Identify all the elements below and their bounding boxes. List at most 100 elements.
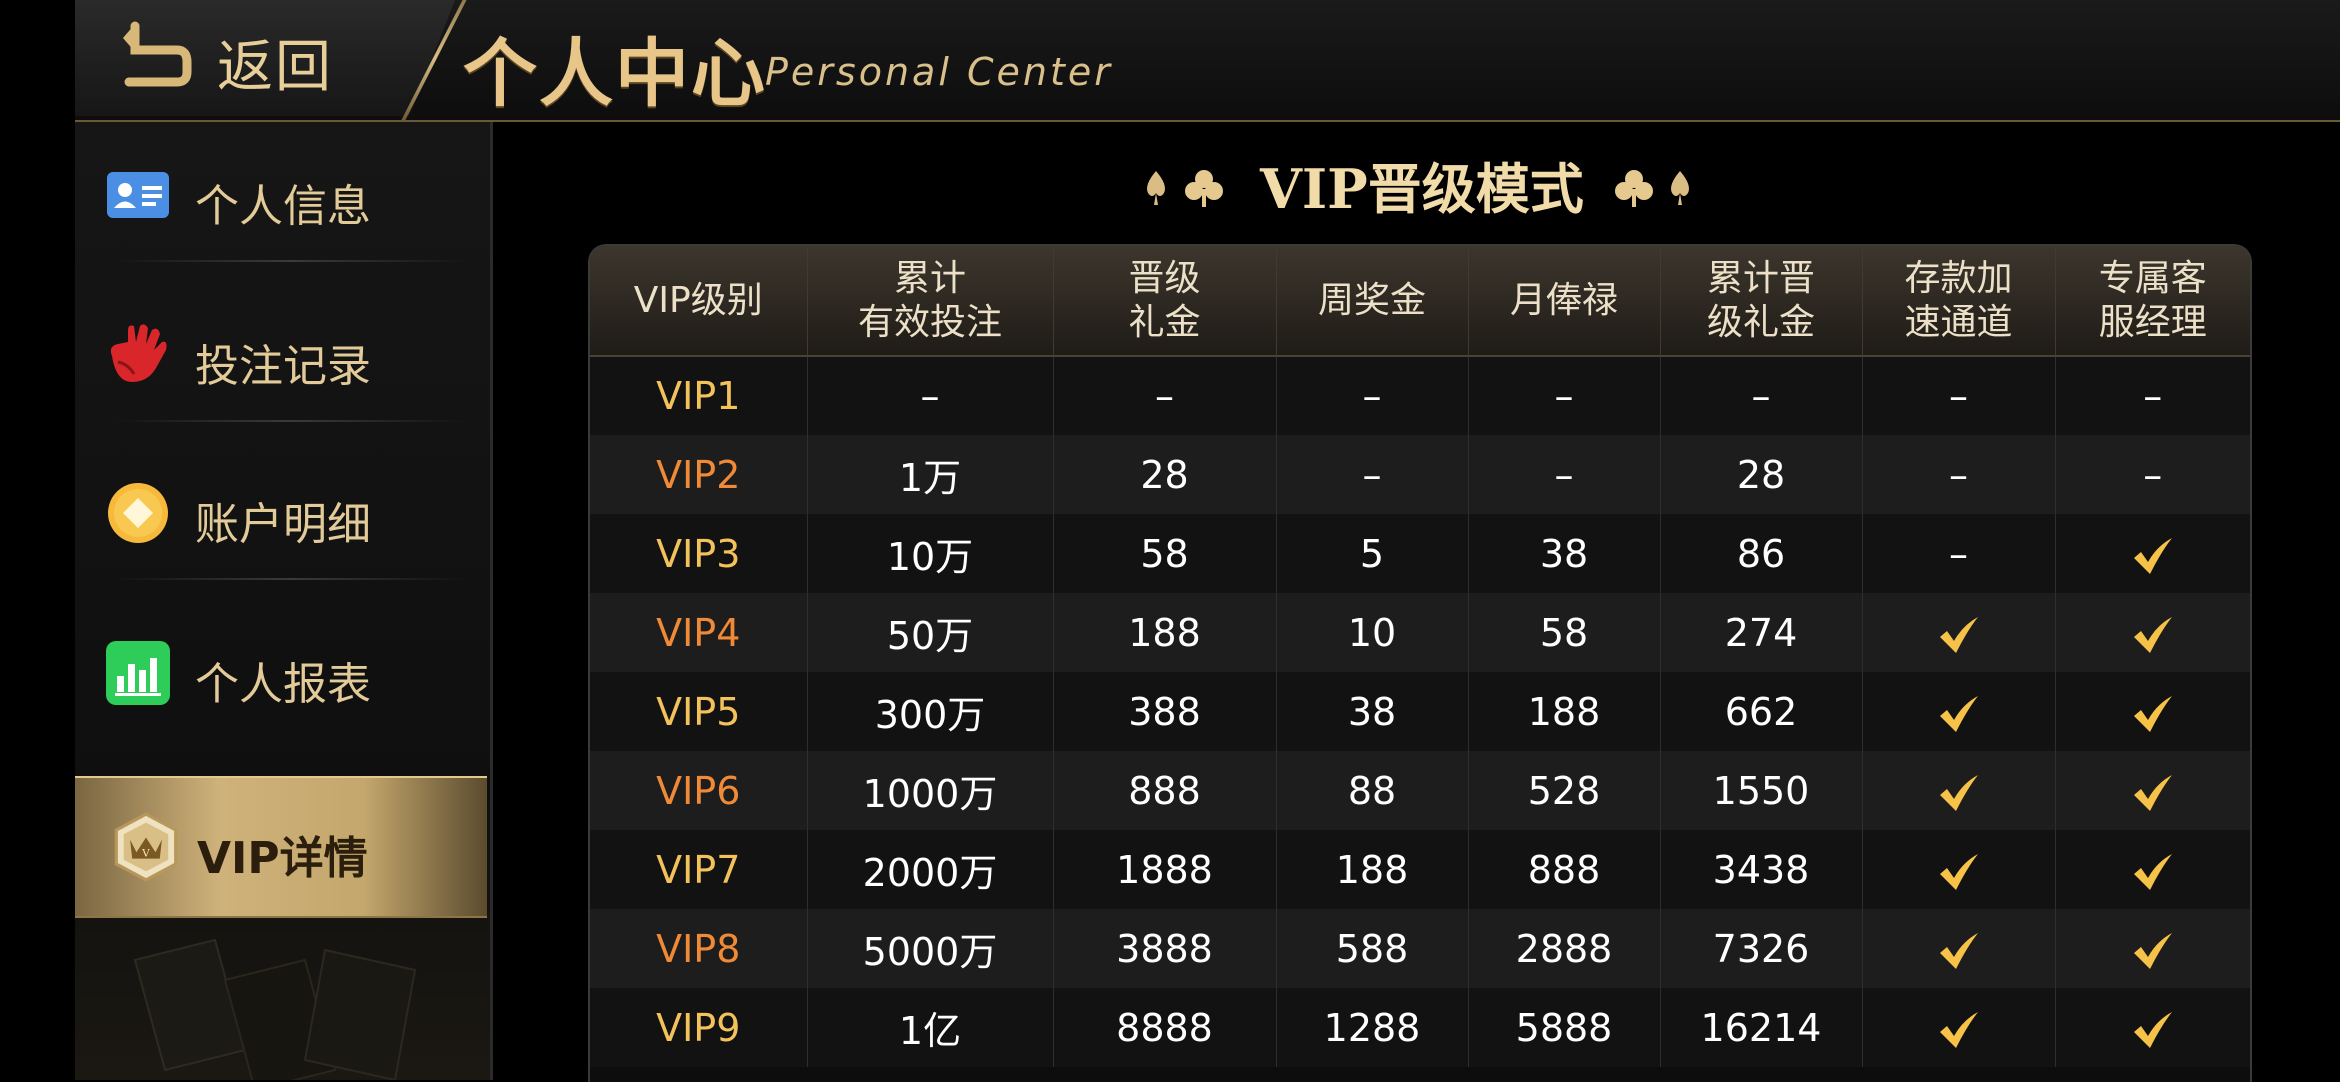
cell-dedicated-manager bbox=[2055, 593, 2250, 672]
bar-chart-icon bbox=[106, 641, 170, 705]
cell-total-bets: 1万 bbox=[807, 435, 1054, 514]
cell-vip-level: VIP7 bbox=[590, 830, 808, 909]
cell-vip-level: VIP5 bbox=[590, 672, 808, 751]
cell-total-bets: 10万 bbox=[807, 514, 1054, 593]
checkmark-icon bbox=[1939, 932, 1978, 969]
cell-vip-level: VIP6 bbox=[590, 751, 808, 830]
cell-dedicated-manager bbox=[2055, 830, 2250, 909]
sidebar-item-account-details[interactable]: 账户明细 bbox=[75, 440, 487, 580]
table-row: VIP6 1000万 888 88 528 1550 bbox=[590, 751, 2250, 830]
table-row: VIP7 2000万 1888 188 888 3438 bbox=[590, 830, 2250, 909]
cell-monthly-salary: 38 bbox=[1468, 514, 1661, 593]
table-row: VIP3 10万 58 5 38 86– bbox=[590, 514, 2250, 593]
back-arrow-icon bbox=[123, 21, 192, 87]
hand-icon bbox=[110, 324, 167, 382]
checkmark-icon bbox=[2133, 695, 2172, 732]
cell-deposit-fast-lane bbox=[1862, 909, 2056, 988]
id-card-icon bbox=[107, 172, 169, 218]
cell-dedicated-manager bbox=[2055, 909, 2250, 988]
checkmark-icon bbox=[1939, 853, 1978, 890]
checkmark-icon bbox=[2133, 932, 2172, 969]
checkmark-icon bbox=[2133, 537, 2172, 574]
cell-upgrade-bonus: 28 bbox=[1053, 435, 1277, 514]
club-spade-icon bbox=[1615, 170, 1689, 207]
cell-total-upgrade-bonus: 28 bbox=[1660, 435, 1863, 514]
cell-monthly-salary: – bbox=[1468, 356, 1661, 435]
cell-weekly-bonus: 588 bbox=[1276, 909, 1469, 988]
sidebar-item-bet-records[interactable]: 投注记录 bbox=[75, 282, 487, 422]
page-subtitle: Personal Center bbox=[765, 50, 1113, 94]
col-header-weekly-bonus: 周奖金 bbox=[1276, 246, 1469, 357]
cell-monthly-salary: 888 bbox=[1468, 830, 1661, 909]
checkmark-icon bbox=[1939, 1011, 1978, 1048]
sidebar-item-label: 个人信息 bbox=[195, 181, 371, 232]
cell-upgrade-bonus: 8888 bbox=[1053, 988, 1277, 1067]
cell-total-upgrade-bonus: 1550 bbox=[1660, 751, 1863, 830]
cell-upgrade-bonus: 58 bbox=[1053, 514, 1277, 593]
cell-total-upgrade-bonus: 16214 bbox=[1660, 988, 1863, 1067]
table-row: VIP5 300万 388 38 188 662 bbox=[590, 672, 2250, 751]
cell-monthly-salary: 2888 bbox=[1468, 909, 1661, 988]
col-header-deposit-fast-lane: 存款加 速通道 bbox=[1862, 246, 2056, 357]
col-header-vip-level: VIP级别 bbox=[590, 246, 808, 357]
cell-monthly-salary: 528 bbox=[1468, 751, 1661, 830]
cell-vip-level: VIP1 bbox=[590, 356, 808, 435]
sidebar-item-personal-info[interactable]: 个人信息 bbox=[75, 122, 487, 262]
cell-weekly-bonus: – bbox=[1276, 356, 1469, 435]
divider bbox=[115, 260, 467, 262]
sidebar-item-label: 个人报表 bbox=[195, 659, 371, 710]
back-button[interactable]: 返回 bbox=[75, 0, 455, 116]
table-row: VIP1– – – – – – – bbox=[590, 356, 2250, 435]
cell-vip-level: VIP3 bbox=[590, 514, 808, 593]
cell-weekly-bonus: 88 bbox=[1276, 751, 1469, 830]
section-title-text: VIP晋级模式 bbox=[1260, 157, 1584, 221]
table-header-row: VIP级别 累计 有效投注 晋级 礼金 周奖金 月俸禄 累计晋 级礼金 存款加 … bbox=[590, 246, 2250, 357]
cell-monthly-salary: 5888 bbox=[1468, 988, 1661, 1067]
checkmark-icon bbox=[1939, 774, 1978, 811]
cell-vip-level: VIP4 bbox=[590, 593, 808, 672]
cell-monthly-salary: – bbox=[1468, 435, 1661, 514]
spade-club-icon bbox=[1147, 170, 1223, 207]
cell-deposit-fast-lane: – bbox=[1862, 435, 2056, 514]
cell-vip-level: VIP9 bbox=[590, 988, 808, 1067]
vip-crown-icon: V bbox=[114, 812, 178, 882]
sidebar-item-vip-details[interactable]: V VIP详情 bbox=[75, 776, 487, 918]
checkmark-icon bbox=[2133, 853, 2172, 890]
cell-weekly-bonus: 188 bbox=[1276, 830, 1469, 909]
cell-deposit-fast-lane bbox=[1862, 830, 2056, 909]
cell-vip-level: VIP8 bbox=[590, 909, 808, 988]
cell-upgrade-bonus: 888 bbox=[1053, 751, 1277, 830]
cell-total-bets: 5000万 bbox=[807, 909, 1054, 988]
divider bbox=[115, 578, 467, 580]
top-header: 返回 个人中心 Personal Center bbox=[75, 0, 2340, 122]
cell-dedicated-manager bbox=[2055, 751, 2250, 830]
table-row: VIP2 1万 28– –28– – bbox=[590, 435, 2250, 514]
col-header-monthly-salary: 月俸禄 bbox=[1468, 246, 1661, 357]
svg-text:V: V bbox=[141, 848, 150, 860]
cell-weekly-bonus: 10 bbox=[1276, 593, 1469, 672]
cell-dedicated-manager: – bbox=[2143, 452, 2163, 497]
cell-monthly-salary: 58 bbox=[1468, 593, 1661, 672]
cell-dedicated-manager bbox=[2055, 514, 2250, 593]
cell-dedicated-manager bbox=[2055, 988, 2250, 1067]
sidebar-item-label: 投注记录 bbox=[195, 341, 371, 392]
cell-total-upgrade-bonus: 7326 bbox=[1660, 909, 1863, 988]
checkmark-icon bbox=[1939, 695, 1978, 732]
cell-deposit-fast-lane bbox=[1862, 751, 2056, 830]
cell-total-upgrade-bonus: – bbox=[1660, 356, 1863, 435]
cell-weekly-bonus: – bbox=[1276, 435, 1469, 514]
checkmark-icon bbox=[2133, 1011, 2172, 1048]
col-header-upgrade-bonus: 晋级 礼金 bbox=[1053, 246, 1277, 357]
cell-total-upgrade-bonus: 86 bbox=[1660, 514, 1863, 593]
cell-weekly-bonus: 1288 bbox=[1276, 988, 1469, 1067]
page-title: 个人中心 bbox=[463, 31, 767, 117]
table-row: VIP9 1亿 8888 1288 5888 16214 bbox=[590, 988, 2250, 1067]
cell-total-bets: 300万 bbox=[807, 672, 1054, 751]
col-header-total-bets: 累计 有效投注 bbox=[807, 246, 1054, 357]
cell-total-bets: 50万 bbox=[807, 593, 1054, 672]
checkmark-icon bbox=[2133, 774, 2172, 811]
cell-dedicated-manager: – bbox=[2143, 374, 2163, 418]
sidebar-item-personal-report[interactable]: 个人报表 bbox=[75, 600, 487, 740]
checkmark-icon bbox=[2133, 616, 2172, 653]
checkmark-icon bbox=[1939, 616, 1978, 653]
